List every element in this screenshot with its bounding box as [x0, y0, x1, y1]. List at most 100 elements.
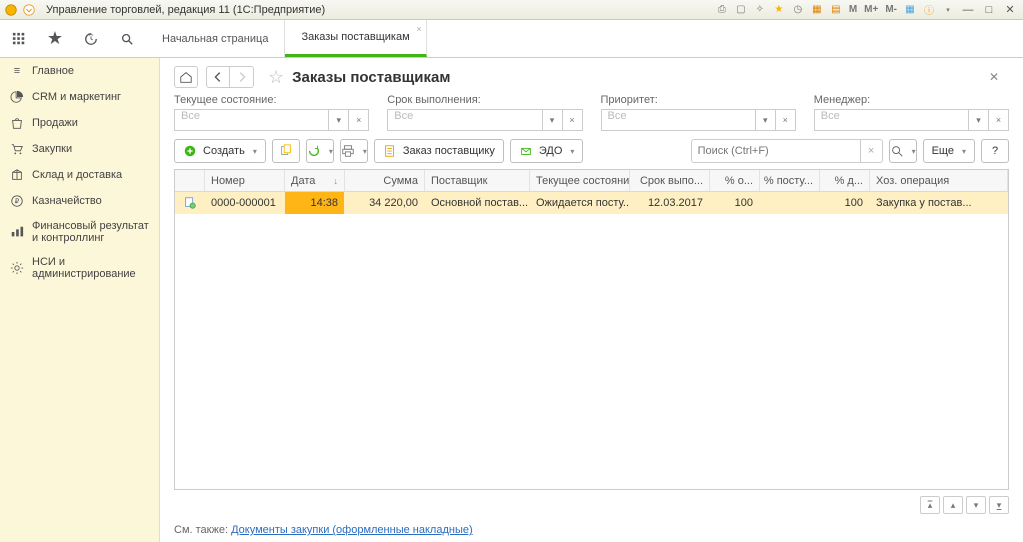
footer-link[interactable]: Документы закупки (оформленные накладные…	[231, 524, 473, 536]
gear-icon	[10, 261, 24, 275]
row-debt: 100	[820, 192, 870, 214]
filter-dropdown-icon[interactable]: ▾	[543, 109, 563, 131]
tb-m-minus[interactable]: M-	[883, 4, 899, 15]
table-row[interactable]: 0000-000001 14:38 34 220,00 Основной пос…	[175, 192, 1008, 214]
nav-up-icon[interactable]: ▴	[943, 496, 963, 514]
col-date[interactable]: Дата↓	[285, 170, 345, 191]
apps-icon[interactable]	[8, 28, 30, 50]
find-button[interactable]: ▾	[889, 139, 917, 163]
tb-m[interactable]: M	[847, 4, 859, 15]
sidebar-item-sales[interactable]: Продажи	[0, 110, 159, 136]
filter-clear-icon[interactable]: ×	[563, 109, 583, 131]
sidebar: ≡Главное CRM и маркетинг Продажи Закупки…	[0, 58, 160, 542]
col-due[interactable]: Срок выпо...	[630, 170, 710, 191]
tb-star-icon[interactable]: ★	[771, 2, 787, 18]
box-icon	[10, 168, 24, 182]
tb-print-icon[interactable]: ⎙	[714, 2, 730, 18]
filter-state-input[interactable]: Все	[174, 109, 329, 131]
history-icon[interactable]	[80, 28, 102, 50]
home-button[interactable]	[174, 66, 198, 88]
sidebar-item-warehouse[interactable]: Склад и доставка	[0, 162, 159, 188]
tb-m-plus[interactable]: M+	[862, 4, 880, 15]
tb-calc-icon[interactable]: ▦	[809, 2, 825, 18]
sidebar-item-finance[interactable]: Финансовый результат и контроллинг	[0, 214, 159, 250]
create-button[interactable]: Создать▾	[174, 139, 266, 163]
sidebar-item-admin[interactable]: НСИ и администрирование	[0, 250, 159, 286]
sidebar-item-main[interactable]: ≡Главное	[0, 58, 159, 84]
col-supplier[interactable]: Поставщик	[425, 170, 530, 191]
filter-label: Текущее состояние:	[174, 94, 369, 106]
sidebar-item-treasury[interactable]: ₽ Казначейство	[0, 188, 159, 214]
nav-down-icon[interactable]: ▾	[966, 496, 986, 514]
menu-icon: ≡	[10, 64, 24, 78]
col-receipt[interactable]: % посту...	[760, 170, 820, 191]
tab-label: Начальная страница	[162, 33, 268, 45]
row-op: Закупка у постав...	[870, 192, 1008, 214]
minimize-button[interactable]: —	[959, 2, 977, 18]
row-number: 0000-000001	[205, 192, 285, 214]
more-button[interactable]: Еще▾	[923, 139, 975, 163]
search-input[interactable]	[691, 139, 861, 163]
search-icon[interactable]	[116, 28, 138, 50]
nav-first-icon[interactable]: ▴̅	[920, 496, 940, 514]
filter-label: Менеджер:	[814, 94, 1009, 106]
filter-priority-input[interactable]: Все	[601, 109, 756, 131]
filter-dropdown-icon[interactable]: ▾	[756, 109, 776, 131]
toolbar: Создать▾ ▾ ▾ Заказ поставщику ЭДО▾ × ▾ Е…	[160, 131, 1023, 169]
down-arrow-icon[interactable]	[22, 3, 36, 17]
maximize-button[interactable]: □	[980, 2, 998, 18]
col-debt[interactable]: % д...	[820, 170, 870, 191]
row-doc-icon	[175, 192, 205, 214]
pie-icon	[10, 90, 24, 104]
supplier-order-button[interactable]: Заказ поставщику	[374, 139, 504, 163]
filter-dropdown-icon[interactable]: ▾	[969, 109, 989, 131]
sidebar-label: Казначейство	[32, 195, 102, 207]
row-supplier: Основной постав...	[425, 192, 530, 214]
tb-clock-icon[interactable]: ◷	[790, 2, 806, 18]
forward-button[interactable]	[230, 66, 254, 88]
col-pay[interactable]: % о...	[710, 170, 760, 191]
filter-dropdown-icon[interactable]: ▾	[329, 109, 349, 131]
col-icon[interactable]	[175, 170, 205, 191]
tb-calendar-icon[interactable]: ▤	[828, 2, 844, 18]
tab-supplier-orders[interactable]: Заказы поставщикам ×	[285, 20, 426, 57]
tab-close-icon[interactable]: ×	[416, 24, 421, 34]
sidebar-item-crm[interactable]: CRM и маркетинг	[0, 84, 159, 110]
star-icon[interactable]: ★	[44, 28, 66, 50]
tb-window-icon[interactable]: ▢	[733, 2, 749, 18]
help-button[interactable]: ?	[981, 139, 1009, 163]
refresh-button[interactable]: ▾	[306, 139, 334, 163]
col-operation[interactable]: Хоз. операция	[870, 170, 1008, 191]
filter-clear-icon[interactable]: ×	[989, 109, 1009, 131]
filter-clear-icon[interactable]: ×	[349, 109, 369, 131]
col-state[interactable]: Текущее состояние	[530, 170, 630, 191]
print-button[interactable]: ▾	[340, 139, 368, 163]
favorite-star-icon[interactable]: ☆	[268, 67, 284, 88]
sort-down-icon: ↓	[334, 176, 339, 186]
close-window-button[interactable]: ✕	[1001, 2, 1019, 18]
tab-label: Заказы поставщикам	[301, 31, 409, 43]
row-state: Ожидается посту...	[530, 192, 630, 214]
filter-due: Срок выполнения: Все ▾ ×	[387, 94, 582, 131]
sidebar-item-purchases[interactable]: Закупки	[0, 136, 159, 162]
grid-nav: ▴̅ ▴ ▾ ▾̲	[160, 490, 1023, 520]
back-button[interactable]	[206, 66, 230, 88]
edo-button[interactable]: ЭДО▾	[510, 139, 584, 163]
col-sum[interactable]: Сумма	[345, 170, 425, 191]
col-number[interactable]: Номер	[205, 170, 285, 191]
close-page-button[interactable]: ✕	[989, 70, 1009, 84]
nav-last-icon[interactable]: ▾̲	[989, 496, 1009, 514]
orders-grid: Номер Дата↓ Сумма Поставщик Текущее сост…	[174, 169, 1009, 490]
tb-info-dd-icon[interactable]: ▾	[940, 2, 956, 18]
copy-button[interactable]	[272, 139, 300, 163]
filter-due-input[interactable]: Все	[387, 109, 542, 131]
filter-manager-input[interactable]: Все	[814, 109, 969, 131]
filter-label: Срок выполнения:	[387, 94, 582, 106]
search-clear-icon[interactable]: ×	[861, 139, 883, 163]
tb-grid-icon[interactable]: ▦	[902, 2, 918, 18]
tb-info-icon[interactable]: ⓘ	[921, 2, 937, 18]
tb-link-icon[interactable]: ✧	[752, 2, 768, 18]
svg-text:₽: ₽	[15, 198, 20, 206]
filter-clear-icon[interactable]: ×	[776, 109, 796, 131]
tab-start-page[interactable]: Начальная страница	[146, 20, 285, 57]
